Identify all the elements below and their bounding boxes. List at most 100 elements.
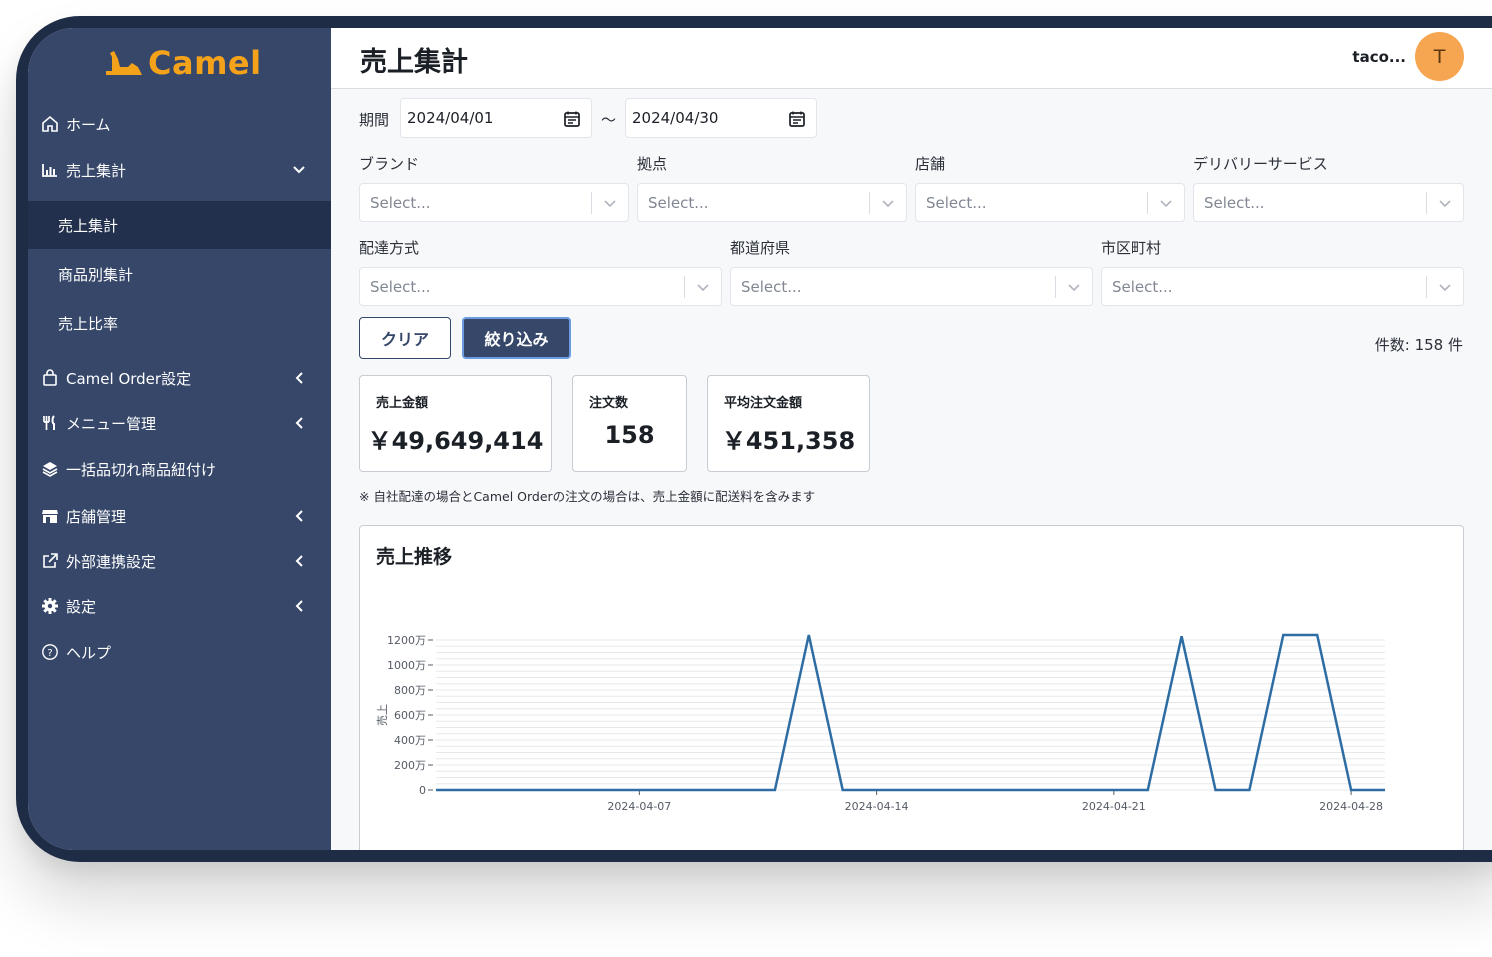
y-tick-label: 1200万 <box>387 634 426 647</box>
delivery-service-select[interactable]: Select... <box>1193 183 1464 222</box>
summary-card-orders: 注文数 158 <box>572 375 687 472</box>
chevron-down-icon[interactable] <box>602 195 618 211</box>
chevron-left-icon <box>289 368 309 388</box>
sidebar-item-bulk-out-of-stock[interactable]: 一括品切れ商品紐付け <box>28 449 331 489</box>
sidebar-subitem-sales-summary[interactable]: 売上集計 <box>28 201 331 249</box>
select-placeholder: Select... <box>1112 278 1173 296</box>
y-tick-label: 0 <box>419 784 426 797</box>
select-divider <box>591 192 592 214</box>
result-count: 件数: 158 件 <box>1374 336 1463 354</box>
base-select[interactable]: Select... <box>637 183 907 222</box>
external-link-icon <box>40 551 60 571</box>
sidebar-item-label: 店舗管理 <box>66 507 127 526</box>
page-title: 売上集計 <box>360 47 468 78</box>
calendar-icon[interactable] <box>563 110 581 128</box>
brand-select[interactable]: Select... <box>359 183 629 222</box>
utensils-icon <box>40 413 60 433</box>
date-to-value: 2024/04/30 <box>632 109 719 127</box>
sidebar-subitem-label: 売上集計 <box>58 216 119 235</box>
help-circle-icon: ? <box>40 642 60 662</box>
summary-card-sales: 売上金額 ￥49,649,414 <box>359 375 552 472</box>
home-icon <box>40 114 60 134</box>
select-divider <box>1147 192 1148 214</box>
prefecture-select[interactable]: Select... <box>730 267 1093 306</box>
summary-card-value: ￥451,358 <box>721 427 856 455</box>
svg-text:?: ? <box>47 648 52 659</box>
clear-button[interactable]: クリア <box>359 317 451 359</box>
chevron-down-icon[interactable] <box>880 195 896 211</box>
base-label: 拠点 <box>637 155 668 173</box>
sidebar-item-camel-order-settings[interactable]: Camel Order設定 <box>28 358 331 398</box>
y-tick-label: 1000万 <box>387 659 426 672</box>
chevron-down-icon[interactable] <box>1158 195 1174 211</box>
city-label: 市区町村 <box>1101 239 1162 257</box>
bar-chart-icon <box>40 160 60 180</box>
calendar-icon[interactable] <box>788 110 806 128</box>
sidebar-subitem-product-summary[interactable]: 商品別集計 <box>28 250 331 298</box>
select-placeholder: Select... <box>926 194 987 212</box>
date-separator: 〜 <box>601 111 617 129</box>
app-logo[interactable]: Camel <box>104 44 262 82</box>
chevron-down-icon <box>289 160 309 180</box>
sidebar: Camel ホーム 売上集計 売上集計 商品別集計 売上比率 Camel Ord… <box>28 28 331 850</box>
sidebar-item-label: 売上集計 <box>66 161 127 180</box>
chevron-down-icon[interactable] <box>1066 279 1082 295</box>
date-from-field[interactable]: 2024/04/01 <box>400 98 592 138</box>
select-placeholder: Select... <box>370 194 431 212</box>
sidebar-item-settings[interactable]: 設定 <box>28 586 331 626</box>
chevron-down-icon[interactable] <box>1437 279 1453 295</box>
summary-card-title: 注文数 <box>589 396 629 411</box>
user-name[interactable]: taco... <box>1352 48 1406 66</box>
chevron-down-icon[interactable] <box>1437 195 1453 211</box>
sidebar-item-external-integration[interactable]: 外部連携設定 <box>28 541 331 581</box>
top-bar: 売上集計 taco... T <box>331 28 1492 89</box>
chevron-down-icon[interactable] <box>695 279 711 295</box>
sidebar-subitem-label: 売上比率 <box>58 314 119 333</box>
select-placeholder: Select... <box>1204 194 1265 212</box>
store-label: 店舗 <box>915 155 946 173</box>
y-tick-label: 800万 <box>394 684 426 697</box>
x-tick-label: 2024-04-28 <box>1319 800 1383 813</box>
sidebar-item-label: 外部連携設定 <box>66 552 157 571</box>
delivery-service-label: デリバリーサービス <box>1193 155 1328 173</box>
store-icon <box>40 506 60 526</box>
sidebar-item-menu-management[interactable]: メニュー管理 <box>28 403 331 443</box>
sales-trend-panel: 売上推移 0 200万 400万 600万 800万 1000万 1200万 売上 2024-0… <box>359 525 1464 850</box>
select-divider <box>684 276 685 298</box>
apply-filter-button[interactable]: 絞り込み <box>462 317 571 359</box>
logo-text: Camel <box>148 44 262 82</box>
shopping-bag-icon <box>40 368 60 388</box>
sidebar-item-label: メニュー管理 <box>66 414 157 433</box>
main-content: 売上集計 taco... T 期間 2024/04/01 〜 2024/04/3… <box>331 28 1492 850</box>
select-divider <box>1426 192 1427 214</box>
date-from-value: 2024/04/01 <box>407 109 494 127</box>
y-axis-label: 売上 <box>376 704 389 726</box>
avatar[interactable]: T <box>1415 32 1464 81</box>
chevron-left-icon <box>289 551 309 571</box>
delivery-method-label: 配達方式 <box>359 239 420 257</box>
sidebar-subitem-sales-ratio[interactable]: 売上比率 <box>28 299 331 347</box>
sidebar-item-home[interactable]: ホーム <box>28 104 331 144</box>
layers-icon <box>40 459 60 479</box>
period-label: 期間 <box>359 111 390 129</box>
delivery-method-select[interactable]: Select... <box>359 267 722 306</box>
store-select[interactable]: Select... <box>915 183 1185 222</box>
sidebar-item-label: 一括品切れ商品紐付け <box>66 460 217 479</box>
city-select[interactable]: Select... <box>1101 267 1464 306</box>
chevron-left-icon <box>289 506 309 526</box>
summary-card-title: 平均注文金額 <box>724 396 803 411</box>
date-to-field[interactable]: 2024/04/30 <box>625 98 817 138</box>
sidebar-item-label: 設定 <box>66 597 97 616</box>
sidebar-item-sales-summary[interactable]: 売上集計 <box>28 150 331 190</box>
camel-logo-icon <box>106 51 142 75</box>
select-placeholder: Select... <box>648 194 709 212</box>
select-placeholder: Select... <box>741 278 802 296</box>
sidebar-subitem-label: 商品別集計 <box>58 265 134 284</box>
summary-card-average: 平均注文金額 ￥451,358 <box>707 375 870 472</box>
chevron-left-icon <box>289 413 309 433</box>
summary-card-value: ￥49,649,414 <box>367 427 544 455</box>
sales-trend-chart: 0 200万 400万 600万 800万 1000万 1200万売上 2024-04-07 2… <box>376 633 1385 813</box>
sidebar-item-help[interactable]: ? ヘルプ <box>28 632 331 672</box>
x-tick-label: 2024-04-07 <box>607 800 671 813</box>
sidebar-item-store-management[interactable]: 店舗管理 <box>28 496 331 536</box>
